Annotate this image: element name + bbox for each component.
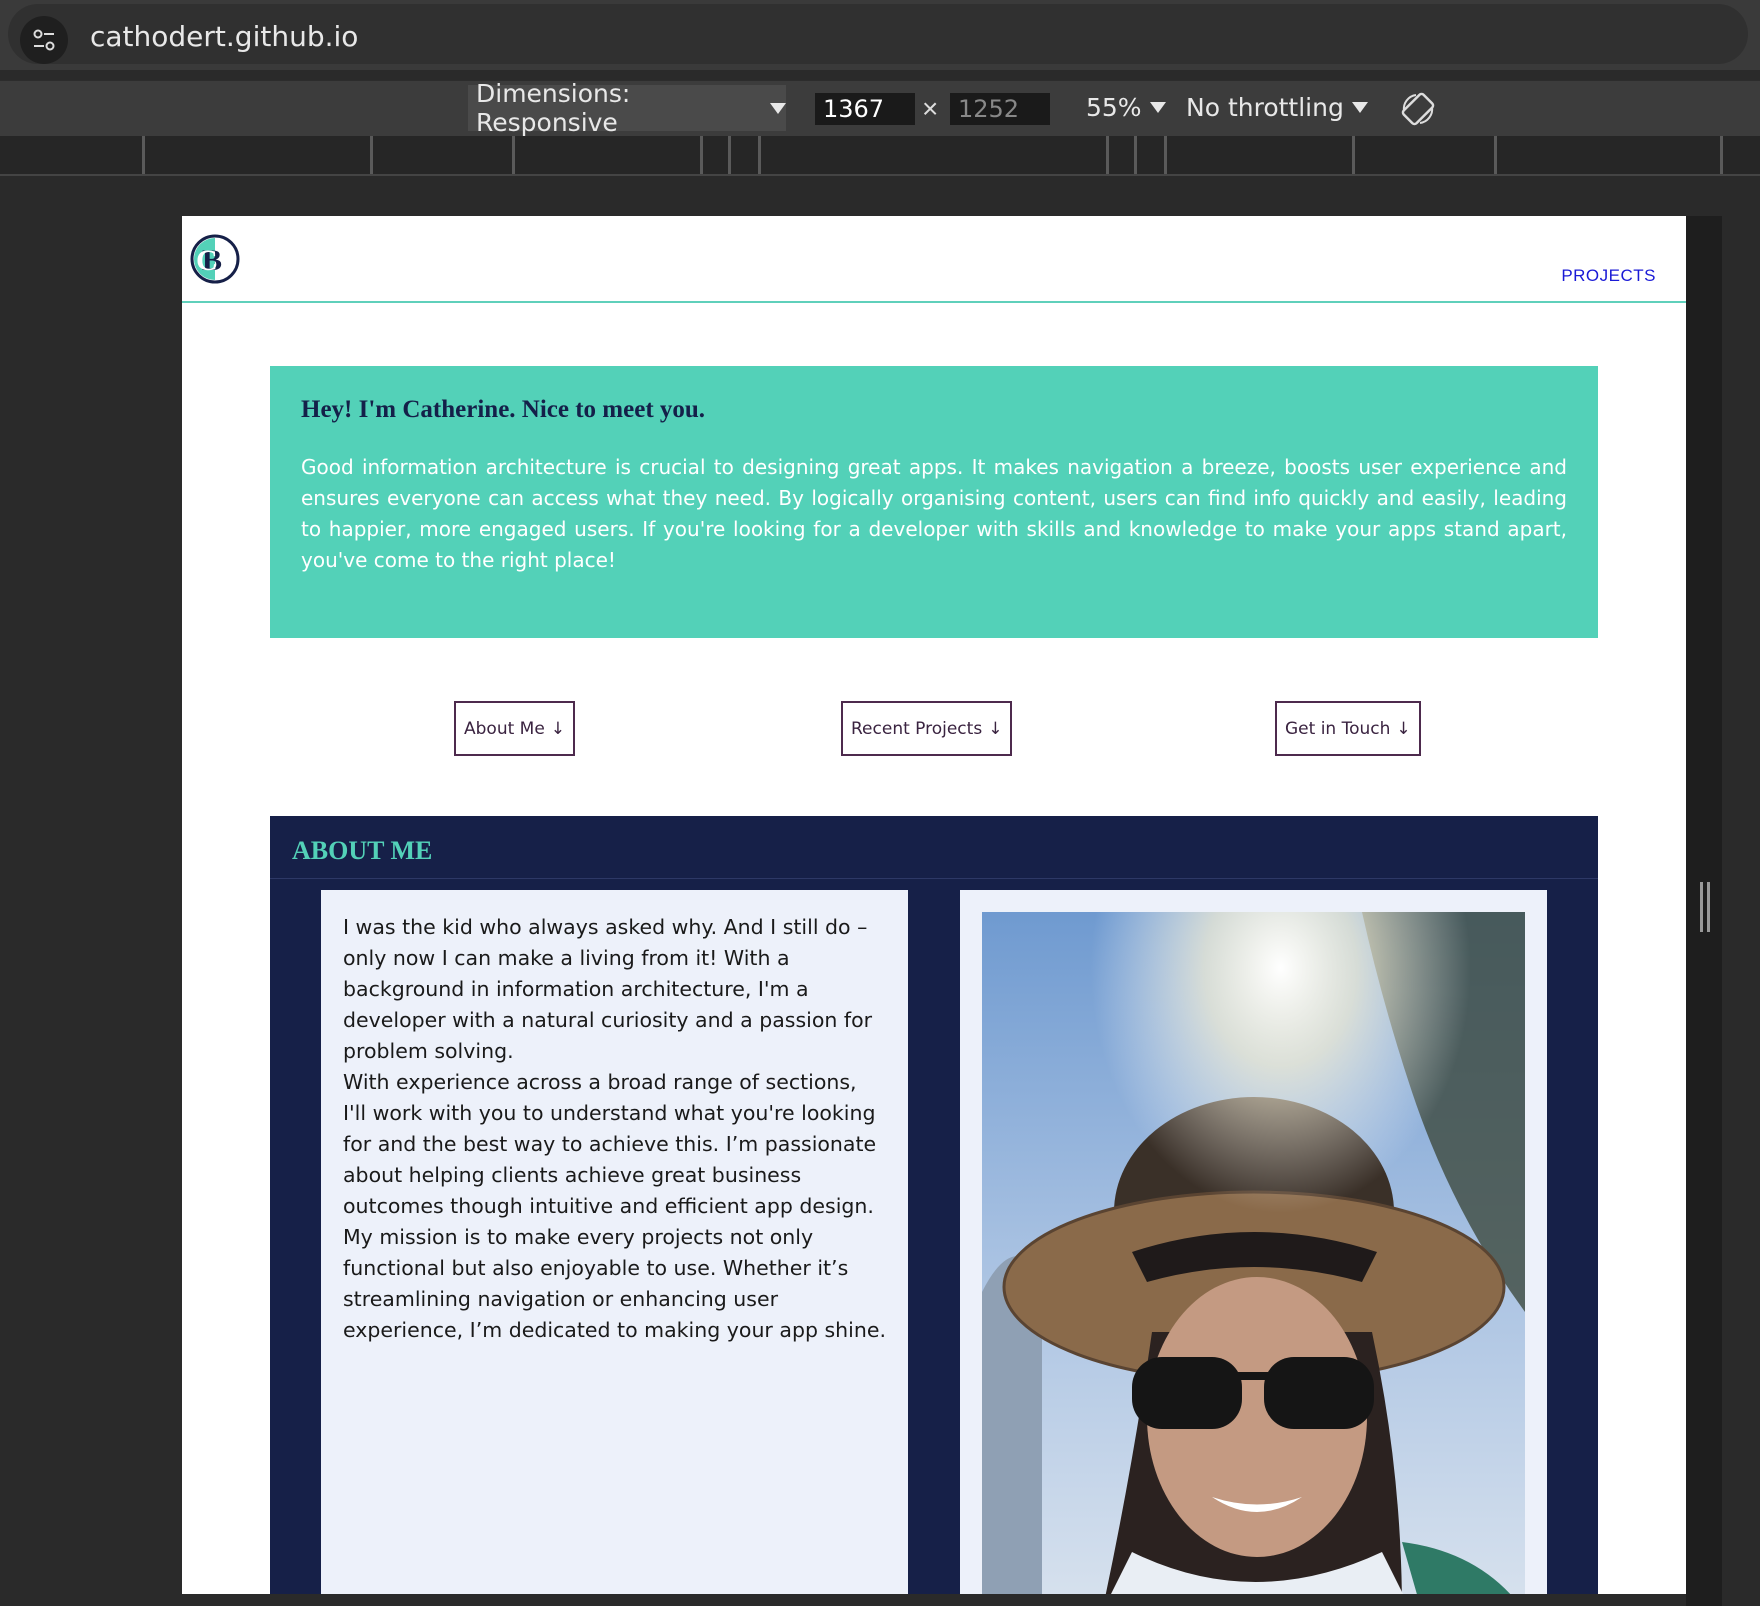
about-paragraph: With experience across a broad range of … bbox=[343, 1070, 877, 1218]
about-me-button[interactable]: About Me ↓ bbox=[454, 701, 576, 756]
nav-projects-link[interactable]: PROJECTS bbox=[1561, 266, 1656, 286]
arrow-down-icon: ↓ bbox=[550, 718, 566, 739]
about-me-label: About Me bbox=[464, 718, 545, 739]
resize-handle[interactable] bbox=[1700, 882, 1712, 932]
hero-body: Good information architecture is crucial… bbox=[301, 455, 1567, 572]
address-bar[interactable]: cathodert.github.io bbox=[8, 4, 1748, 64]
divider bbox=[270, 878, 1598, 879]
dimensions-label: Dimensions: Responsive bbox=[476, 79, 631, 137]
profile-photo bbox=[982, 912, 1525, 1594]
cb-logo-icon[interactable]: B C bbox=[190, 234, 240, 284]
arrow-down-icon: ↓ bbox=[988, 718, 1003, 739]
width-input[interactable]: 1367 bbox=[815, 93, 915, 125]
about-text-card: I was the kid who always asked why. And … bbox=[321, 890, 908, 1594]
site-settings-icon[interactable] bbox=[20, 16, 68, 64]
dimensions-dropdown[interactable]: Dimensions: Responsive bbox=[468, 79, 786, 137]
site-header: B C PROJECTS bbox=[182, 216, 1686, 303]
arrow-down-icon: ↓ bbox=[1396, 718, 1411, 739]
rotate-icon[interactable] bbox=[1398, 89, 1438, 129]
zoom-dropdown[interactable]: 55% bbox=[1086, 93, 1166, 122]
zoom-label: 55% bbox=[1086, 93, 1142, 122]
chevron-down-icon bbox=[770, 102, 786, 114]
about-section: ABOUT ME I was the kid who always asked … bbox=[270, 816, 1598, 1594]
times-icon: × bbox=[922, 93, 939, 124]
hero-heading: Hey! I'm Catherine. Nice to meet you. bbox=[301, 396, 706, 423]
throttling-dropdown[interactable]: No throttling bbox=[1186, 93, 1368, 122]
get-in-touch-label: Get in Touch bbox=[1285, 718, 1391, 739]
device-toolbar: Dimensions: Responsive 1367 × 1252 55% N… bbox=[0, 79, 1760, 137]
browser-url-bar: cathodert.github.io bbox=[0, 0, 1760, 70]
hero-banner: Hey! I'm Catherine. Nice to meet you. Go… bbox=[270, 366, 1598, 638]
about-photo-card bbox=[960, 890, 1547, 1594]
recent-projects-label: Recent Projects bbox=[851, 718, 983, 739]
chevron-down-icon bbox=[1351, 102, 1368, 113]
page-viewport: B C PROJECTS Hey! I'm Catherine. Nice to… bbox=[182, 216, 1686, 1594]
about-title: ABOUT ME bbox=[292, 836, 433, 865]
get-in-touch-button[interactable]: Get in Touch ↓ bbox=[1275, 701, 1421, 756]
height-input[interactable]: 1252 bbox=[950, 93, 1050, 125]
throttling-label: No throttling bbox=[1186, 93, 1344, 122]
media-query-ruler bbox=[0, 136, 1760, 176]
about-paragraph: My mission is to make every projects not… bbox=[343, 1225, 886, 1342]
svg-text:C: C bbox=[196, 244, 218, 277]
chevron-down-icon bbox=[1149, 102, 1166, 113]
recent-projects-button[interactable]: Recent Projects ↓ bbox=[841, 701, 1013, 756]
about-paragraph: I was the kid who always asked why. And … bbox=[343, 915, 873, 1063]
url-text[interactable]: cathodert.github.io bbox=[90, 20, 358, 53]
